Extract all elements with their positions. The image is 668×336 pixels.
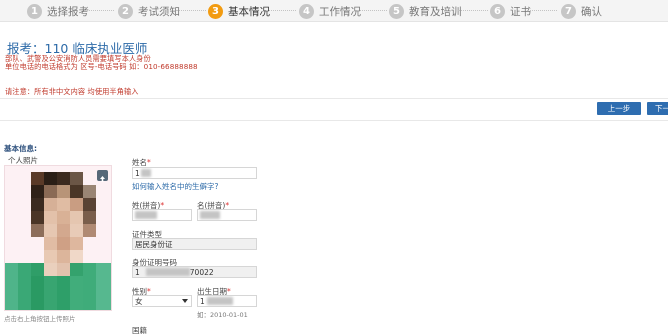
step-4: 4 工作情况 [299, 3, 361, 19]
step-6: 6 证书 [490, 3, 531, 19]
step-5: 5 教育及培训 [389, 3, 462, 19]
step-label: 工作情况 [319, 5, 361, 18]
birth-date-value: 1 [200, 296, 205, 306]
step-separator [357, 10, 387, 11]
step-7: 7 确认 [561, 3, 602, 19]
id-type-field: 居民身份证 [132, 238, 257, 250]
birth-date-format-hint: 如：2010-01-01 [197, 311, 248, 319]
step-3-current: 3 基本情况 [208, 3, 270, 19]
step-number: 1 [27, 3, 42, 19]
step-label: 教育及培训 [409, 5, 462, 18]
step-separator [176, 10, 206, 11]
chevron-down-icon [182, 299, 188, 303]
step-number: 6 [490, 3, 505, 19]
step-label: 基本情况 [228, 5, 270, 18]
name-input[interactable]: 1 [132, 167, 257, 179]
step-number: 7 [561, 3, 576, 19]
upload-photo-icon[interactable] [97, 170, 108, 182]
birth-date-input[interactable]: 1 [197, 295, 257, 307]
step-label: 证书 [510, 5, 531, 18]
pixelated-portrait [5, 166, 111, 310]
notice-phone-format: 单位电话的电话格式为 区号-电话号码 如：010-66888888 [5, 62, 198, 71]
id-number-suffix: 70022 [189, 267, 214, 277]
step-number: 2 [118, 3, 133, 19]
id-photo [4, 165, 112, 311]
surname-pinyin-input[interactable] [132, 209, 192, 221]
step-separator [266, 10, 296, 11]
id-number-field: 1 70022 [132, 266, 257, 278]
step-1: 1 选择报考 [27, 3, 89, 19]
step-separator [458, 10, 488, 11]
gender-value: 女 [135, 296, 143, 306]
notice-halfwidth: 请注意：所有非中文内容 均使用半角输入 [5, 87, 139, 96]
step-bar: 1 选择报考 2 考试须知 3 基本情况 4 工作情况 5 教育及培训 6 证书… [0, 0, 668, 22]
photo-upload-hint: 点击右上角按钮上传照片 [4, 315, 76, 323]
gender-select[interactable]: 女 [132, 295, 192, 307]
step-separator [84, 10, 114, 11]
step-number: 5 [389, 3, 404, 19]
next-step-button[interactable]: 下一 [647, 102, 668, 115]
step-label: 选择报考 [47, 5, 89, 18]
given-name-pinyin-input[interactable] [197, 209, 257, 221]
nationality-label: 国籍 [132, 326, 147, 335]
name-value: 1 [135, 168, 140, 178]
step-label: 确认 [581, 5, 602, 18]
step-label: 考试须知 [138, 5, 180, 18]
step-number: 3 [208, 3, 223, 19]
step-2: 2 考试须知 [118, 3, 180, 19]
step-number: 4 [299, 3, 314, 19]
step-separator [527, 10, 557, 11]
section-title-basic-info: 基本信息: [4, 144, 37, 153]
divider [0, 98, 668, 99]
rare-character-help-link[interactable]: 如何输入姓名中的生僻字? [132, 181, 218, 192]
prev-step-button[interactable]: 上一步 [597, 102, 641, 115]
id-number-prefix: 1 [135, 267, 140, 277]
divider [0, 120, 668, 121]
